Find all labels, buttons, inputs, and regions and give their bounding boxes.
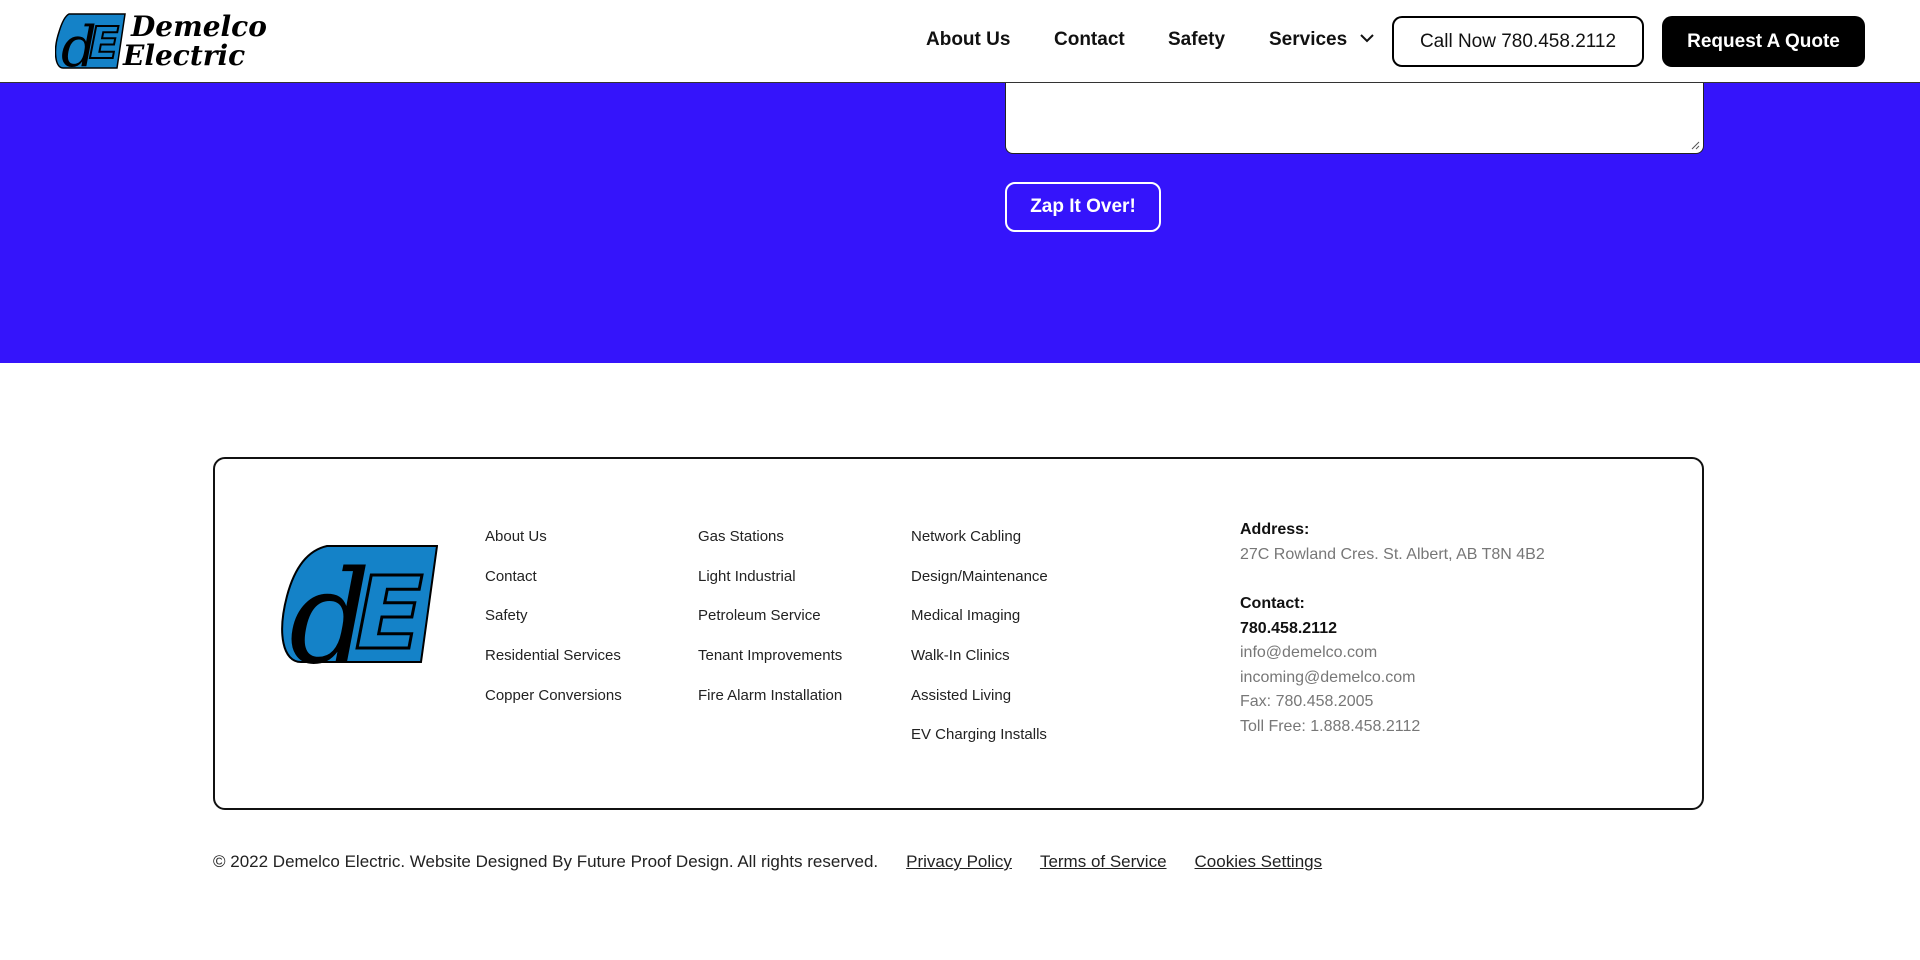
footer-link-network-cabling[interactable]: Network Cabling [911,528,1048,568]
svg-text:E: E [355,555,423,668]
cookies-settings-link[interactable]: Cookies Settings [1195,852,1323,872]
footer-link-petroleum-service[interactable]: Petroleum Service [698,607,842,647]
contact-label: Contact: [1240,595,1305,612]
logo-wordmark: Demelco Electric [123,10,267,70]
footer-link-safety[interactable]: Safety [485,607,622,647]
footer-link-residential-services[interactable]: Residential Services [485,647,622,687]
toll-free-text: Toll Free: 1.888.458.2112 [1240,717,1421,735]
svg-text:E: E [89,18,119,69]
footer-link-contact[interactable]: Contact [485,568,622,608]
nav-services-label: Services [1269,29,1348,50]
footer-link-ev-charging-installs[interactable]: EV Charging Installs [911,726,1048,766]
contact-form-section: Zap It Over! [0,83,1920,363]
footer-links-services-a: Gas Stations Light Industrial Petroleum … [698,528,842,726]
footer-link-light-industrial[interactable]: Light Industrial [698,568,842,608]
privacy-policy-link[interactable]: Privacy Policy [906,852,1012,872]
request-quote-button[interactable]: Request A Quote [1662,16,1865,67]
footer-card: d E About Us Contact Safety Residential … [213,457,1704,810]
chevron-down-icon [1360,34,1375,43]
footer-link-about-us[interactable]: About Us [485,528,622,568]
submit-button[interactable]: Zap It Over! [1005,182,1161,232]
call-now-button[interactable]: Call Now 780.458.2112 [1392,16,1644,67]
copyright-text: © 2022 Demelco Electric. Website Designe… [213,852,879,871]
logo-line1: Demelco [131,10,267,43]
resize-handle-icon[interactable] [1691,141,1700,150]
email-info-link[interactable]: info@demelco.com [1240,641,1545,666]
site-header: d E Demelco Electric About Us Contact Sa… [0,0,1920,83]
terms-of-service-link[interactable]: Terms of Service [1040,852,1167,872]
demelco-logo-icon: d E [55,13,126,72]
footer-link-gas-stations[interactable]: Gas Stations [698,528,842,568]
footer-contact-info: Address: 27C Rowland Cres. St. Albert, A… [1240,518,1545,739]
footer-link-assisted-living[interactable]: Assisted Living [911,687,1048,727]
footer-link-walk-in-clinics[interactable]: Walk-In Clinics [911,647,1048,687]
message-textarea[interactable] [1005,83,1704,154]
header-logo[interactable]: d E Demelco Electric [55,10,267,72]
footer-link-medical-imaging[interactable]: Medical Imaging [911,607,1048,647]
nav-safety[interactable]: Safety [1168,29,1225,51]
footer-link-copper-conversions[interactable]: Copper Conversions [485,687,622,727]
email-incoming-link[interactable]: incoming@demelco.com [1240,666,1545,691]
fax-text: Fax: 780.458.2005 [1240,693,1374,710]
logo-line2: Electric [123,39,246,72]
nav-services-dropdown[interactable]: Services [1269,29,1375,51]
nav-contact[interactable]: Contact [1054,29,1125,51]
phone-link[interactable]: 780.458.2112 [1240,617,1545,642]
footer-links-company: About Us Contact Safety Residential Serv… [485,528,622,726]
footer-bottom-bar: © 2022 Demelco Electric. Website Designe… [213,850,1350,874]
address-label: Address: [1240,521,1310,538]
footer-link-design-maintenance[interactable]: Design/Maintenance [911,568,1048,608]
footer-logo-icon: d E [281,544,438,668]
nav-about-us[interactable]: About Us [926,29,1010,51]
address-text: 27C Rowland Cres. St. Albert, AB T8N 4B2 [1240,545,1545,563]
footer-link-tenant-improvements[interactable]: Tenant Improvements [698,647,842,687]
footer-links-services-b: Network Cabling Design/Maintenance Medic… [911,528,1048,766]
footer-link-fire-alarm-installation[interactable]: Fire Alarm Installation [698,687,842,727]
